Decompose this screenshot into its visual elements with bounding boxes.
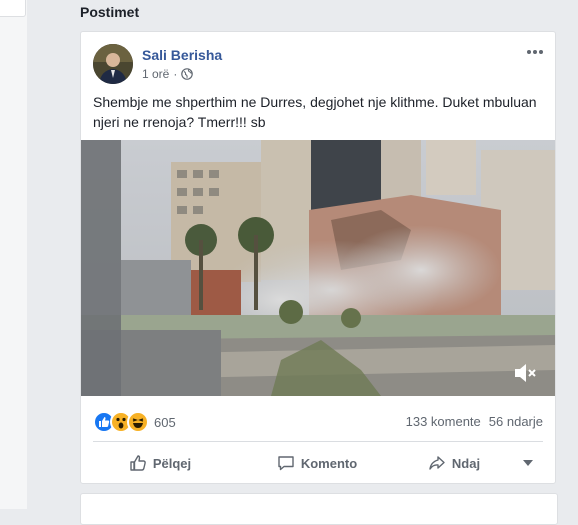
comments-count[interactable]: 133 komente <box>406 414 481 429</box>
video-frame <box>81 140 555 396</box>
mute-icon[interactable] <box>513 362 537 384</box>
globe-icon <box>181 68 194 80</box>
thumbs-up-icon <box>130 455 146 471</box>
actions-divider <box>93 441 543 442</box>
reaction-count: 605 <box>154 414 176 430</box>
audience-selector[interactable] <box>513 460 543 466</box>
share-label: Ndaj <box>451 455 481 471</box>
post-card: Sali Berisha 1 orë · Shembje me shperthi… <box>80 31 556 484</box>
more-dot-icon <box>533 50 537 54</box>
post-text: Shembje me shperthim ne Durres, degjohet… <box>93 94 537 130</box>
left-column-card <box>0 0 26 17</box>
avatar[interactable] <box>93 44 133 84</box>
post-timestamp[interactable]: 1 orë <box>142 67 169 81</box>
more-dot-icon <box>539 50 543 54</box>
engagement-counts: 133 komente 56 ndarje <box>406 414 543 429</box>
left-column <box>0 0 27 509</box>
chevron-down-icon <box>523 460 533 466</box>
meta-separator: · <box>173 67 178 81</box>
comment-label: Komento <box>300 455 358 471</box>
shares-count[interactable]: 56 ndarje <box>489 414 543 429</box>
post-meta: 1 orë · <box>142 67 194 81</box>
like-label: Pëlqej <box>152 455 192 471</box>
post-author[interactable]: Sali Berisha <box>142 47 222 63</box>
post-actions: Pëlqej Komento Ndaj <box>81 444 555 482</box>
like-button[interactable]: Pëlqej <box>81 447 239 479</box>
share-icon <box>429 456 445 470</box>
haha-icon <box>127 411 149 433</box>
post-video[interactable] <box>81 140 555 396</box>
section-title: Postimet <box>80 4 140 20</box>
comment-button[interactable]: Komento <box>239 447 395 479</box>
more-options-button[interactable] <box>525 44 545 60</box>
share-button[interactable]: Ndaj <box>395 447 513 479</box>
next-post-card <box>80 493 558 525</box>
reaction-summary[interactable]: 605 <box>93 411 176 433</box>
comment-icon <box>278 456 294 471</box>
more-dot-icon <box>527 50 531 54</box>
